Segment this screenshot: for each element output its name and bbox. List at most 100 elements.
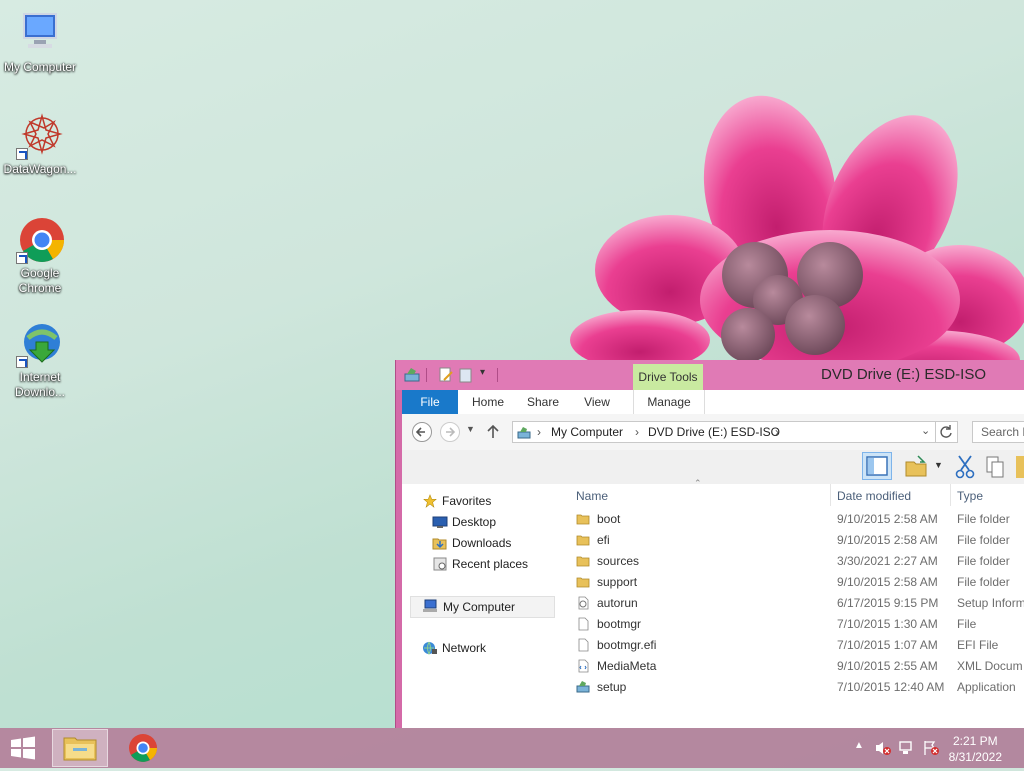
tab-view[interactable]: View [574, 390, 620, 414]
column-header-type[interactable]: Type [957, 489, 983, 503]
file-row[interactable]: bootmgr 7/10/2015 1:30 AM File [574, 614, 1024, 635]
file-date-modified: 7/10/2015 1:07 AM [837, 638, 938, 652]
desktop-icon-label: My Computer [3, 60, 77, 74]
copy-icon[interactable] [984, 454, 1006, 480]
file-row[interactable]: setup 7/10/2015 12:40 AM Application [574, 677, 1024, 698]
action-center-flag-icon[interactable] [922, 740, 940, 756]
desktop-icon-internet-download-manager[interactable]: Internet Downlo... [0, 320, 80, 400]
chrome-icon [16, 216, 64, 264]
nav-item-label: Recent places [452, 557, 529, 571]
search-box[interactable]: Search D [972, 421, 1024, 443]
file-row[interactable]: autorun 6/17/2015 9:15 PM Setup Inform [574, 593, 1024, 614]
nav-item-label: Downloads [452, 536, 512, 550]
file-name: bootmgr [597, 617, 642, 631]
drive-tools-context-tab[interactable]: Drive Tools [633, 364, 703, 390]
nav-item-label: Network [442, 641, 487, 655]
address-dropdown-icon[interactable]: ⌄ [921, 424, 930, 437]
file-type: EFI File [957, 638, 999, 652]
network-tray-icon[interactable] [898, 740, 916, 756]
explorer-body: Favorites Desktop Downloads Recent place… [402, 478, 1024, 728]
preview-pane-button[interactable] [862, 452, 892, 480]
customize-quick-access-icon[interactable]: ▾ [480, 367, 485, 378]
volume-muted-icon[interactable] [874, 740, 892, 756]
start-button[interactable] [8, 736, 38, 760]
tab-home[interactable]: Home [462, 390, 514, 414]
file-row[interactable]: boot 9/10/2015 2:58 AM File folder [574, 509, 1024, 530]
paste-icon[interactable] [1016, 456, 1024, 478]
file-name: boot [597, 512, 621, 526]
new-folder-icon[interactable] [904, 454, 930, 480]
command-toolbar: ▼ [402, 450, 1024, 484]
recent-locations-chevron-icon[interactable]: ▼ [466, 424, 475, 434]
column-divider[interactable] [950, 484, 951, 506]
file-name: support [597, 575, 638, 589]
nav-item-label: Favorites [442, 494, 492, 508]
breadcrumb-separator-icon: › [635, 425, 639, 439]
desktop-icon-datawagon[interactable]: DataWagon... [0, 112, 80, 177]
clock-time: 2:21 PM [952, 734, 998, 748]
tab-manage[interactable]: Manage [633, 390, 705, 414]
cut-icon[interactable] [954, 454, 976, 480]
title-bar[interactable]: ▾ Drive Tools DVD Drive (E:) ESD-ISO [396, 360, 1024, 390]
network-icon [423, 641, 437, 655]
forward-button[interactable] [440, 422, 460, 442]
recent-places-icon [433, 557, 447, 571]
desktop-icon-my-computer[interactable]: My Computer [0, 10, 80, 75]
show-hidden-icons-icon[interactable]: ▲ [854, 740, 864, 751]
file-type: File [957, 617, 977, 631]
internet-download-manager-icon [16, 320, 64, 368]
desktop-icon-google-chrome[interactable]: Google Chrome [0, 216, 80, 296]
column-header-date-modified[interactable]: Date modified [837, 489, 911, 503]
file-date-modified: 9/10/2015 2:58 AM [837, 533, 938, 547]
desktop-icon-label: DataWagon... [3, 162, 77, 176]
tab-share[interactable]: Share [518, 390, 568, 414]
taskbar-google-chrome[interactable] [115, 729, 171, 767]
tab-file[interactable]: File [402, 390, 458, 414]
sort-ascending-icon: ⌃ [694, 478, 702, 488]
star-icon [423, 494, 437, 508]
breadcrumb-separator-icon: › [537, 425, 541, 439]
file-list: ⌃ Name Date modified Type boot 9/10/2015 … [574, 478, 1024, 728]
preview-pane-icon [866, 456, 888, 476]
desktop-icon-label: Google Chrome [18, 266, 62, 295]
column-divider[interactable] [830, 484, 831, 506]
file-date-modified: 7/10/2015 12:40 AM [837, 680, 945, 694]
computer-icon [423, 599, 437, 612]
file-type: File folder [957, 575, 1010, 589]
breadcrumb-my-computer[interactable]: My Computer [551, 425, 623, 439]
properties-icon[interactable] [438, 366, 454, 384]
taskbar: ▲ 2:21 PM 8/31/2022 [0, 728, 1024, 768]
file-row[interactable]: sources 3/30/2021 2:27 AM File folder [574, 551, 1024, 572]
clock-date: 8/31/2022 [948, 750, 1002, 764]
taskbar-file-explorer[interactable] [52, 729, 108, 767]
back-button[interactable] [412, 422, 432, 442]
file-date-modified: 9/10/2015 2:58 AM [837, 575, 938, 589]
file-name: efi [597, 533, 610, 547]
clock[interactable]: 2:21 PM 8/31/2022 [949, 733, 1002, 765]
new-folder-dropdown-icon[interactable]: ▼ [934, 460, 943, 470]
file-type: File folder [957, 533, 1010, 547]
file-explorer-icon [63, 737, 97, 761]
up-arrow-icon[interactable] [486, 423, 500, 439]
nav-item-my-computer[interactable]: My Computer [410, 596, 555, 618]
file-row[interactable]: bootmgr.efi 7/10/2015 1:07 AM EFI File [574, 635, 1024, 656]
refresh-button[interactable] [936, 421, 958, 443]
arrow-right-icon [446, 427, 456, 437]
nav-item-label: Desktop [452, 515, 497, 529]
address-bar[interactable]: › My Computer › DVD Drive (E:) ESD-ISO ›… [512, 421, 936, 443]
breadcrumb-dvd-drive[interactable]: DVD Drive (E:) ESD-ISO [648, 425, 780, 439]
new-folder-quick-icon[interactable] [458, 366, 474, 384]
downloads-icon [432, 538, 447, 550]
file-type: Application [957, 680, 1016, 694]
column-header-name[interactable]: Name [576, 489, 608, 503]
file-name: MediaMeta [597, 659, 657, 673]
file-row[interactable]: efi 9/10/2015 2:58 AM File folder [574, 530, 1024, 551]
system-tray: ▲ 2:21 PM 8/31/2022 [844, 728, 1024, 768]
file-name: autorun [597, 596, 638, 610]
drive-icon [517, 427, 531, 439]
file-explorer-window: ▾ Drive Tools DVD Drive (E:) ESD-ISO Fil… [395, 360, 1024, 728]
file-name: setup [597, 680, 627, 694]
windows-logo-icon [11, 736, 35, 760]
file-row[interactable]: MediaMeta 9/10/2015 2:55 AM XML Docum [574, 656, 1024, 677]
file-row[interactable]: support 9/10/2015 2:58 AM File folder [574, 572, 1024, 593]
